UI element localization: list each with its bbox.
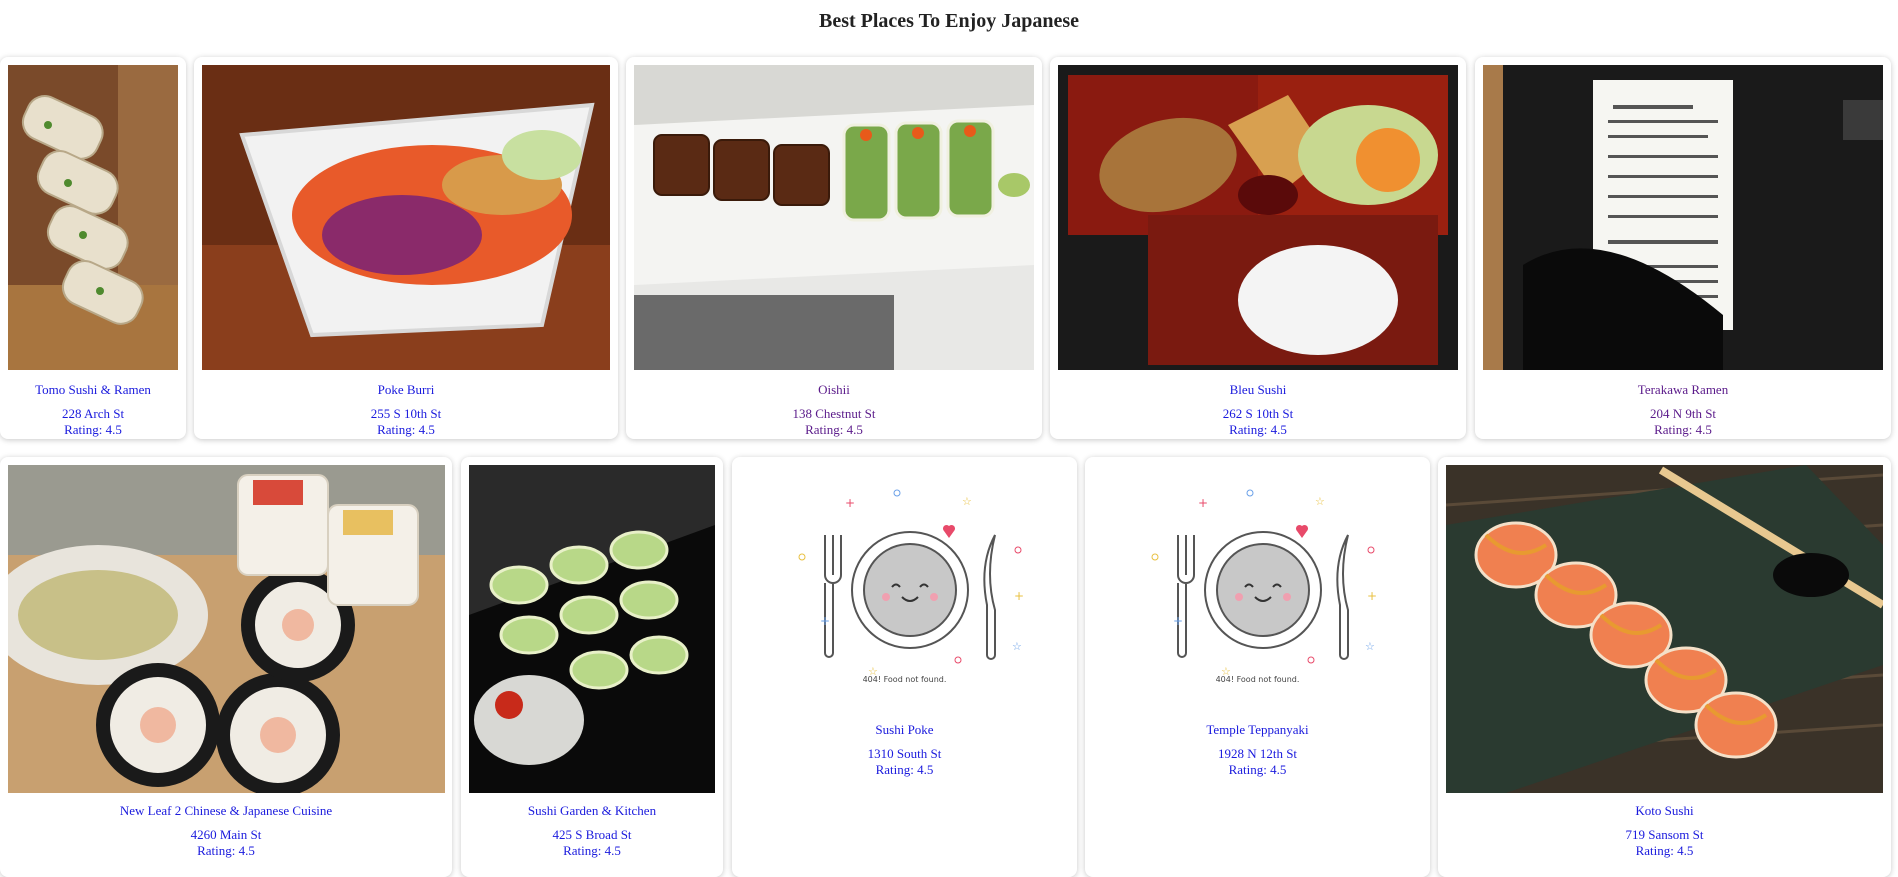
svg-text:☆: ☆ [962, 495, 972, 508]
restaurant-card[interactable]: New Leaf 2 Chinese & Japanese Cuisine 42… [0, 457, 452, 877]
restaurant-card[interactable]: + ☆ + + ☆ ☆ 404! Food not found. Temple … [1085, 457, 1430, 877]
restaurant-rating: Rating: 4.5 [805, 422, 863, 437]
svg-text:+: + [1367, 589, 1377, 603]
restaurant-name-link[interactable]: Terakawa Ramen [1475, 382, 1891, 398]
svg-text:☆: ☆ [1365, 640, 1375, 653]
restaurant-card[interactable]: Sushi Garden & Kitchen 425 S Broad St Ra… [461, 457, 723, 877]
restaurant-card[interactable]: Koto Sushi 719 Sansom St Rating: 4.5 [1438, 457, 1891, 877]
restaurant-address: 4260 Main St [190, 827, 262, 842]
restaurant-photo[interactable] [8, 465, 445, 793]
restaurant-card[interactable]: Oishii 138 Chestnut St Rating: 4.5 [626, 57, 1042, 439]
restaurant-card[interactable]: Poke Burri 255 S 10th St Rating: 4.5 [194, 57, 618, 439]
restaurant-rating: Rating: 4.5 [377, 422, 435, 437]
restaurant-card[interactable]: Tomo Sushi & Ramen 228 Arch St Rating: 4… [0, 57, 186, 439]
restaurant-address: 1928 N 12th St [1217, 746, 1298, 761]
restaurant-rating: Rating: 4.5 [1635, 843, 1694, 858]
restaurant-name-link[interactable]: New Leaf 2 Chinese & Japanese Cuisine [0, 803, 452, 819]
svg-text:+: + [1173, 614, 1183, 628]
restaurant-address: 228 Arch St [61, 406, 125, 421]
restaurant-rating: Rating: 4.5 [1229, 422, 1287, 437]
svg-text:+: + [845, 496, 855, 510]
svg-text:☆: ☆ [1315, 495, 1325, 508]
restaurant-card[interactable]: Terakawa Ramen 204 N 9th St Rating: 4.5 [1475, 57, 1891, 439]
restaurant-rating: Rating: 4.5 [563, 843, 621, 858]
restaurant-photo[interactable] [469, 465, 715, 793]
restaurant-name-link[interactable]: Sushi Garden & Kitchen [461, 803, 723, 819]
restaurant-name-link[interactable]: Oishii [626, 382, 1042, 398]
restaurant-address: 138 Chestnut St [792, 406, 876, 421]
restaurant-rating: Rating: 4.5 [197, 843, 255, 858]
svg-text:+: + [820, 614, 830, 628]
restaurant-photo[interactable] [634, 65, 1034, 370]
restaurant-rating: Rating: 4.5 [875, 762, 934, 777]
restaurant-photo[interactable] [1058, 65, 1458, 370]
restaurant-name-link[interactable]: Temple Teppanyaki [1085, 722, 1430, 738]
placeholder-caption: 404! Food not found. [862, 675, 947, 684]
restaurant-address: 1310 South St [867, 746, 942, 761]
restaurant-address: 255 S 10th St [370, 406, 442, 421]
restaurant-rating: Rating: 4.5 [1654, 422, 1712, 437]
restaurant-address: 719 Sansom St [1625, 827, 1704, 842]
restaurant-photo[interactable] [202, 65, 610, 370]
restaurant-photo[interactable] [1483, 65, 1883, 370]
restaurant-address: 262 S 10th St [1222, 406, 1294, 421]
svg-text:☆: ☆ [1012, 640, 1022, 653]
restaurant-rating: Rating: 4.5 [64, 422, 122, 437]
page-title: Best Places To Enjoy Japanese [818, 10, 1080, 32]
restaurant-address: 204 N 9th St [1649, 406, 1717, 421]
restaurant-name-link[interactable]: Koto Sushi [1438, 803, 1891, 819]
placeholder-caption: 404! Food not found. [1215, 675, 1300, 684]
restaurant-card[interactable]: Bleu Sushi 262 S 10th St Rating: 4.5 [1050, 57, 1466, 439]
food-not-found-illustration: + ☆ + + ☆ ☆ [1093, 465, 1422, 705]
restaurant-name-link[interactable]: Poke Burri [194, 382, 618, 398]
food-not-found-illustration: + ☆ + + ☆ ☆ [740, 465, 1069, 705]
restaurant-name-link[interactable]: Tomo Sushi & Ramen [0, 382, 186, 398]
restaurant-card[interactable]: + ☆ + + ☆ ☆ 404! Food not found. Sushi P… [732, 457, 1077, 877]
restaurant-photo[interactable] [1446, 465, 1883, 793]
restaurant-name-link[interactable]: Sushi Poke [732, 722, 1077, 738]
restaurant-rating: Rating: 4.5 [1228, 762, 1287, 777]
svg-text:+: + [1014, 589, 1024, 603]
restaurant-address: 425 S Broad St [552, 827, 632, 842]
restaurant-name-link[interactable]: Bleu Sushi [1050, 382, 1466, 398]
restaurant-photo[interactable] [8, 65, 178, 370]
svg-text:+: + [1198, 496, 1208, 510]
